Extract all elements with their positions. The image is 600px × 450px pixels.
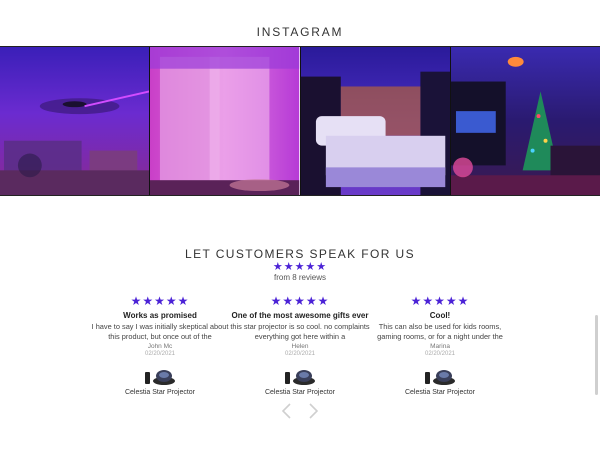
instagram-photo-christmas-room[interactable] (450, 47, 600, 195)
review-title: Works as promised (123, 311, 197, 320)
review-date: 02/20/2021 (144, 351, 176, 357)
review-count[interactable]: from 8 reviews (0, 273, 600, 282)
product-name[interactable]: Celestia Star Projector (90, 389, 230, 396)
star-projector-icon (145, 370, 175, 385)
review-body: this star projector is so cool. no compl… (230, 322, 370, 341)
product-name[interactable]: Celestia Star Projector (230, 389, 370, 396)
review-card: ★★★★★ Works as promised I have to say I … (90, 295, 230, 400)
instagram-title: INSTAGRAM (256, 25, 344, 39)
review-author: Marina (430, 343, 450, 350)
carousel-navigation (280, 402, 320, 420)
instagram-gallery (0, 46, 600, 196)
review-card: ★★★★★ Cool! This can also be used for ki… (370, 295, 510, 400)
review-date: 02/20/2021 (424, 351, 456, 357)
review-stars: ★★★★★ (410, 294, 470, 308)
review-date: 02/20/2021 (284, 351, 316, 357)
review-author: John Mc (147, 343, 173, 350)
customers-section-title: LET CUSTOMERS SPEAK FOR US (185, 247, 415, 261)
instagram-photo-pink-curtains[interactable] (150, 47, 301, 195)
scrollbar-thumb[interactable] (595, 315, 598, 395)
review-body: This can also be used for kids rooms, ga… (377, 322, 503, 341)
star-projector-icon (285, 370, 315, 385)
instagram-photo-white-bed[interactable] (300, 47, 451, 195)
review-stars: ★★★★★ (270, 294, 330, 308)
overall-rating-stars: ★★★★★ (272, 261, 328, 273)
chevron-right-icon[interactable] (308, 402, 320, 420)
review-body: I have to say I was initially skeptical … (91, 322, 229, 341)
review-card: ★★★★★ One of the most awesome gifts ever… (230, 295, 370, 400)
product-thumbnail[interactable] (90, 368, 230, 386)
review-author: Helen (291, 343, 309, 350)
review-stars: ★★★★★ (130, 294, 190, 308)
review-title: One of the most awesome gifts ever (231, 311, 369, 320)
instagram-photo-galaxy-bedroom[interactable] (0, 47, 151, 195)
product-thumbnail[interactable] (230, 368, 370, 386)
chevron-left-icon[interactable] (280, 402, 292, 420)
star-projector-icon (425, 370, 455, 385)
reviews-carousel: ★★★★★ Works as promised I have to say I … (90, 295, 510, 400)
product-thumbnail[interactable] (370, 368, 510, 386)
review-title: Cool! (429, 311, 451, 320)
product-name[interactable]: Celestia Star Projector (370, 389, 510, 396)
